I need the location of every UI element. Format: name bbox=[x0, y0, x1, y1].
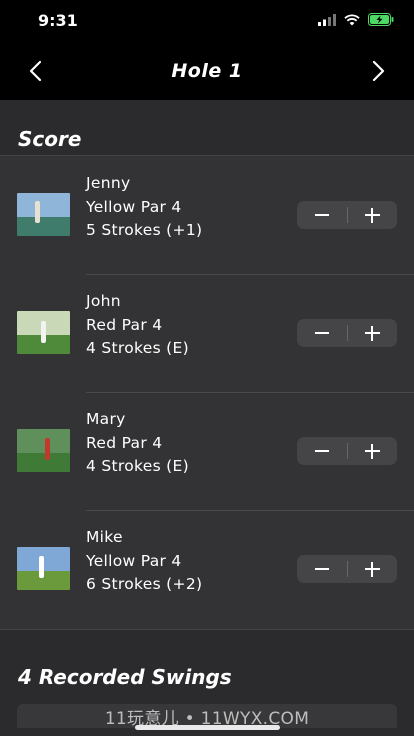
decrement-strokes-button[interactable] bbox=[297, 201, 347, 229]
player-name: Mike bbox=[86, 528, 123, 546]
plus-icon bbox=[364, 325, 380, 341]
navigation-bar: Hole 1 bbox=[0, 42, 414, 100]
player-tee-par: Red Par 4 bbox=[86, 433, 163, 452]
player-name: Jenny bbox=[86, 174, 131, 192]
signal-icon bbox=[318, 13, 336, 26]
increment-strokes-button[interactable] bbox=[348, 437, 398, 465]
player-photo-jenny[interactable] bbox=[17, 193, 70, 236]
status-icons bbox=[318, 13, 394, 26]
player-name: John bbox=[86, 292, 121, 310]
player-tee-par: Red Par 4 bbox=[86, 315, 163, 334]
wifi-icon bbox=[344, 13, 360, 25]
player-info: John Red Par 4 4 Strokes (E) bbox=[86, 290, 189, 361]
minus-icon bbox=[314, 568, 329, 570]
player-tee-par: Yellow Par 4 bbox=[86, 197, 182, 216]
home-indicator[interactable] bbox=[135, 725, 280, 730]
increment-strokes-button[interactable] bbox=[348, 201, 398, 229]
chevron-right-icon bbox=[372, 60, 385, 82]
player-row-mary: Mary Red Par 4 4 Strokes (E) bbox=[0, 392, 414, 510]
decrement-strokes-button[interactable] bbox=[297, 437, 347, 465]
increment-strokes-button[interactable] bbox=[348, 319, 398, 347]
player-info: Mike Yellow Par 4 6 Strokes (+2) bbox=[86, 526, 202, 597]
player-tee-par: Yellow Par 4 bbox=[86, 551, 182, 570]
player-row-john: John Red Par 4 4 Strokes (E) bbox=[0, 274, 414, 392]
stroke-stepper bbox=[297, 555, 397, 583]
player-strokes: 4 Strokes (E) bbox=[86, 339, 189, 357]
player-photo-john[interactable] bbox=[17, 311, 70, 354]
previous-hole-button[interactable] bbox=[20, 56, 50, 86]
status-time: 9:31 bbox=[38, 11, 78, 30]
increment-strokes-button[interactable] bbox=[348, 555, 398, 583]
player-strokes: 5 Strokes (+1) bbox=[86, 221, 203, 239]
next-hole-button[interactable] bbox=[364, 56, 394, 86]
minus-icon bbox=[314, 214, 329, 216]
chevron-left-icon bbox=[29, 60, 42, 82]
page-title: Hole 1 bbox=[171, 60, 243, 82]
recorded-swings-title: 4 Recorded Swings bbox=[18, 665, 232, 689]
player-info: Mary Red Par 4 4 Strokes (E) bbox=[86, 408, 189, 479]
decrement-strokes-button[interactable] bbox=[297, 555, 347, 583]
player-strokes: 6 Strokes (+2) bbox=[86, 575, 203, 593]
status-bar: 9:31 bbox=[0, 0, 414, 42]
player-photo-mike[interactable] bbox=[17, 547, 70, 590]
stroke-stepper bbox=[297, 319, 397, 347]
player-info: Jenny Yellow Par 4 5 Strokes (+1) bbox=[86, 172, 202, 243]
player-row-jenny: Jenny Yellow Par 4 5 Strokes (+1) bbox=[0, 156, 414, 274]
battery-charging-icon bbox=[368, 13, 394, 26]
minus-icon bbox=[314, 332, 329, 334]
score-section-title: Score bbox=[18, 127, 82, 151]
player-strokes: 4 Strokes (E) bbox=[86, 457, 189, 475]
decrement-strokes-button[interactable] bbox=[297, 319, 347, 347]
minus-icon bbox=[314, 450, 329, 452]
player-row-mike: Mike Yellow Par 4 6 Strokes (+2) bbox=[0, 510, 414, 628]
player-score-list: Jenny Yellow Par 4 5 Strokes (+1) John R… bbox=[0, 155, 414, 630]
stroke-stepper bbox=[297, 201, 397, 229]
player-photo-mary[interactable] bbox=[17, 429, 70, 472]
stroke-stepper bbox=[297, 437, 397, 465]
player-name: Mary bbox=[86, 410, 126, 428]
plus-icon bbox=[364, 443, 380, 459]
plus-icon bbox=[364, 561, 380, 577]
plus-icon bbox=[364, 207, 380, 223]
